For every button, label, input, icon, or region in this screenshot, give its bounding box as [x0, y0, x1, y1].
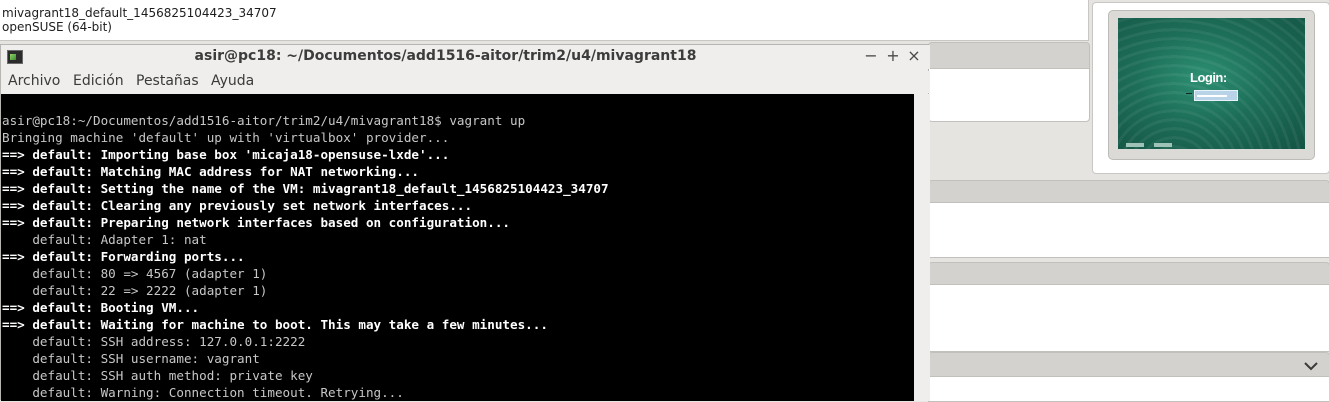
terminal-line: ==> default: Forwarding ports... — [2, 249, 245, 264]
menu-edicion[interactable]: Edición — [73, 73, 124, 89]
details-panel-header-general[interactable] — [928, 42, 1090, 70]
login-cursor — [1186, 93, 1192, 94]
preview-taskbar-button — [1126, 143, 1144, 147]
window-title: asir@pc18: ~/Documentos/add1516-aitor/tr… — [194, 48, 697, 64]
login-label: Login: — [1190, 70, 1227, 85]
details-panel-display — [928, 284, 1329, 352]
terminal-line: default: Warning: Connection timeout. Re… — [2, 385, 404, 400]
close-button[interactable]: × — [905, 46, 923, 65]
terminal-line: ==> default: Preparing network interface… — [2, 215, 510, 230]
maximize-button[interactable]: + — [884, 46, 902, 65]
menu-archivo[interactable]: Archivo — [8, 73, 60, 89]
terminal-line: default: SSH auth method: private key — [2, 368, 313, 383]
chevron-down-icon[interactable] — [1304, 360, 1320, 374]
menu-bar: Archivo Edición Pestañas Ayuda — [1, 71, 930, 93]
details-panel-header-display[interactable] — [928, 262, 1329, 286]
menu-ayuda[interactable]: Ayuda — [211, 73, 254, 89]
terminal-line: ==> default: Booting VM... — [2, 300, 200, 315]
details-panel-header-system[interactable] — [928, 180, 1329, 204]
terminal-line: default: 80 => 4567 (adapter 1) — [2, 266, 268, 281]
terminal-line: ==> default: Setting the name of the VM:… — [2, 181, 609, 196]
vm-preview-image: Login: — [1118, 18, 1305, 149]
details-panel-header-storage[interactable] — [928, 352, 1329, 378]
vm-name: mivagrant18_default_1456825104423_34707 — [2, 6, 277, 20]
menu-pestanas[interactable]: Pestañas — [136, 73, 199, 89]
minimize-button[interactable]: − — [862, 46, 880, 65]
terminal-line: ==> default: Clearing any previously set… — [2, 198, 473, 213]
terminal-titlebar[interactable]: asir@pc18: ~/Documentos/add1516-aitor/tr… — [1, 45, 930, 69]
terminal-line: default: Adapter 1: nat — [2, 232, 207, 247]
terminal-window: asir@pc18: ~/Documentos/add1516-aitor/tr… — [0, 44, 930, 401]
vm-list-item[interactable]: mivagrant18_default_1456825104423_34707 … — [0, 0, 1089, 41]
preview-taskbar-button — [1154, 143, 1172, 147]
terminal-line: Bringing machine 'default' up with 'virt… — [2, 130, 450, 145]
terminal-line: ==> default: Waiting for machine to boot… — [2, 317, 548, 332]
details-panel-storage — [928, 376, 1329, 402]
terminal-line: ==> default: Matching MAC address for NA… — [2, 164, 420, 179]
terminal-line: asir@pc18:~/Documentos/add1516-aitor/tri… — [2, 113, 526, 128]
details-panel-system — [928, 202, 1329, 258]
login-field-highlight — [1197, 95, 1227, 97]
terminal-line: ==> default: Importing base box 'micaja1… — [2, 147, 450, 162]
terminal-text: asir@pc18:~/Documentos/add1516-aitor/tri… — [2, 112, 609, 401]
terminal-line: default: 22 => 2222 (adapter 1) — [2, 283, 268, 298]
terminal-line: default: SSH username: vagrant — [2, 351, 260, 366]
terminal-output[interactable]: asir@pc18:~/Documentos/add1516-aitor/tri… — [1, 94, 914, 401]
terminal-line: default: SSH address: 127.0.0.1:2222 — [2, 334, 306, 349]
terminal-scrollbar[interactable] — [914, 94, 930, 401]
details-panel-general — [928, 68, 1090, 122]
vm-os-type: openSUSE (64-bit) — [2, 20, 112, 34]
